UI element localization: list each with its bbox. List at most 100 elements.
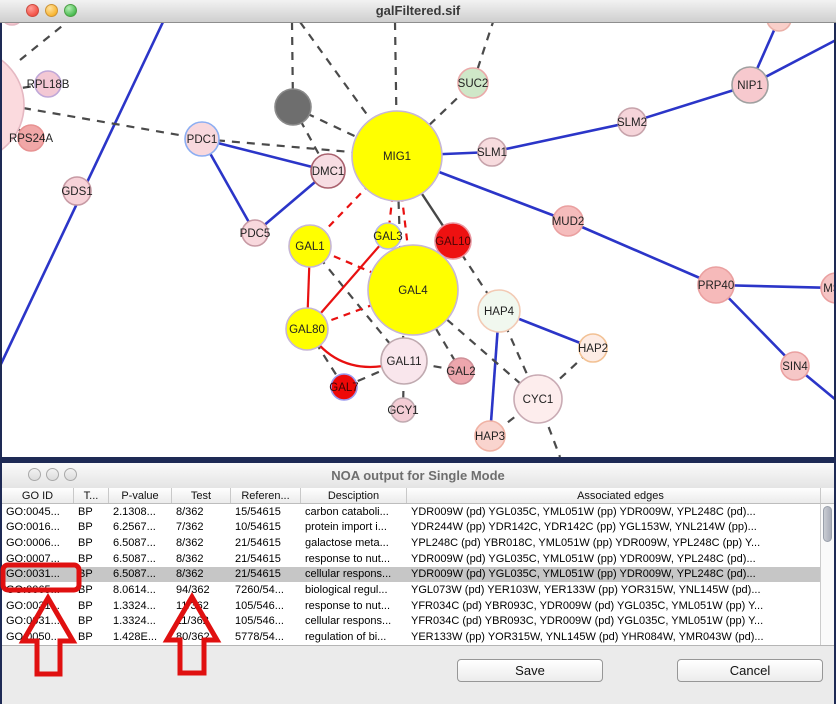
- cell-associated_edges: YDR009W (pd) YGL035C, YML051W (pp) YDR00…: [407, 506, 834, 518]
- cancel-button[interactable]: Cancel: [677, 659, 823, 682]
- edge-blue[interactable]: [568, 221, 716, 285]
- cell-type: BP: [74, 615, 109, 627]
- column-header-test[interactable]: Test: [172, 488, 231, 503]
- cell-p_value: 6.2567...: [109, 521, 172, 533]
- node-label-slm1: SLM1: [477, 147, 507, 159]
- table-row[interactable]: GO:0050...BP1.428E...80/3625778/54...reg…: [2, 629, 834, 645]
- cell-p_value: 6.5087...: [109, 553, 172, 565]
- cell-description: protein import i...: [301, 521, 407, 533]
- cell-associated_edges: YDR009W (pd) YGL035C, YML051W (pp) YDR00…: [407, 568, 834, 580]
- cell-type: BP: [74, 584, 109, 596]
- cell-reference: 15/54615: [231, 506, 301, 518]
- cell-p_value: 8.0614...: [109, 584, 172, 596]
- node-label-rps24a: RPS24A: [9, 133, 53, 145]
- node-gray[interactable]: [275, 89, 311, 125]
- cell-go_id: GO:0031...: [2, 615, 74, 627]
- column-header-p_value[interactable]: P-value: [109, 488, 172, 503]
- cell-description: carbon cataboli...: [301, 506, 407, 518]
- column-header-go_id[interactable]: GO ID: [2, 488, 74, 503]
- node-label-prp40: PRP40: [698, 280, 734, 292]
- node-label-gal2: GAL2: [446, 366, 475, 378]
- node-topr[interactable]: [767, 22, 791, 31]
- cell-type: BP: [74, 537, 109, 549]
- node-label-dmc1: DMC1: [312, 166, 345, 178]
- table-row[interactable]: GO:0031...BP1.3324...11/362105/546...cel…: [2, 614, 834, 630]
- cell-description: cellular respons...: [301, 615, 407, 627]
- node-label-suc2: SUC2: [458, 78, 489, 90]
- node-label-gds1: GDS1: [61, 186, 92, 198]
- node-label-gal1: GAL1: [295, 241, 324, 253]
- cell-go_id: GO:0006...: [2, 537, 74, 549]
- noa-window-titlebar[interactable]: NOA output for Single Mode: [2, 463, 834, 489]
- noa-output-window[interactable]: NOA output for Single Mode GO IDT...P-va…: [2, 463, 834, 704]
- cell-go_id: GO:0065...: [2, 584, 74, 596]
- cell-p_value: 1.428E...: [109, 631, 172, 643]
- cell-go_id: GO:0031...: [2, 568, 74, 580]
- column-header-associated_edges[interactable]: Associated edges: [407, 488, 834, 503]
- cell-reference: 105/546...: [231, 600, 301, 612]
- table-row[interactable]: GO:0007...BP6.5087...8/36221/54615respon…: [2, 551, 834, 567]
- network-canvas[interactable]: RPL18BRPS24AGDS1PDC1PDC5MIG1DMC1SUC2SLM1…: [2, 22, 834, 457]
- cell-reference: 7260/54...: [231, 584, 301, 596]
- node-label-gal4: GAL4: [398, 285, 428, 297]
- zoom-button-inactive[interactable]: [64, 468, 77, 481]
- cell-test: 7/362: [172, 521, 231, 533]
- node-label-hap2: HAP2: [578, 343, 608, 355]
- minimize-button-inactive[interactable]: [46, 468, 59, 481]
- vertical-scrollbar[interactable]: [820, 504, 834, 645]
- node-label-nip1: NIP1: [737, 80, 763, 92]
- table-row[interactable]: GO:0031...BP1.3324...11/362105/546...res…: [2, 598, 834, 614]
- table-row[interactable]: GO:0031...BP6.5087...8/36221/54615cellul…: [2, 567, 834, 583]
- desktop: { "top_window": { "title": "galFiltered.…: [0, 0, 836, 704]
- cell-associated_edges: YDR244W (pp) YDR142C, YDR142C (pp) YGL15…: [407, 521, 834, 533]
- column-header-description[interactable]: Desciption: [301, 488, 407, 503]
- node-label-gal11: GAL11: [387, 356, 422, 368]
- node-label-mig1: MIG1: [383, 151, 411, 163]
- cell-reference: 21/54615: [231, 537, 301, 549]
- edge-blue[interactable]: [492, 122, 632, 152]
- node-label-hap4: HAP4: [484, 306, 515, 318]
- edge-gray-dash[interactable]: [20, 22, 67, 60]
- cell-p_value: 1.3324...: [109, 615, 172, 627]
- node-label-mud2: MUD2: [552, 216, 585, 228]
- cell-type: BP: [74, 521, 109, 533]
- cell-p_value: 6.5087...: [109, 568, 172, 580]
- table-row[interactable]: GO:0006...BP6.5087...8/36221/54615galact…: [2, 535, 834, 551]
- node-label-rpl18b: RPL18B: [27, 79, 70, 91]
- node-label-gal3: GAL3: [373, 231, 402, 243]
- cell-type: BP: [74, 631, 109, 643]
- cell-type: BP: [74, 568, 109, 580]
- go-results-table: GO IDT...P-valueTestReferen...Desciption…: [2, 488, 834, 646]
- close-button-inactive[interactable]: [28, 468, 41, 481]
- cell-test: 11/362: [172, 600, 231, 612]
- column-header-reference[interactable]: Referen...: [231, 488, 301, 503]
- cell-go_id: GO:0016...: [2, 521, 74, 533]
- column-header-type[interactable]: T...: [74, 488, 109, 503]
- cell-go_id: GO:0050...: [2, 631, 74, 643]
- node-label-slm2: SLM2: [617, 117, 647, 129]
- cell-go_id: GO:0007...: [2, 553, 74, 565]
- node-label-gal7: GAL7: [329, 382, 358, 394]
- node-label-gal10: GAL10: [435, 236, 471, 248]
- cell-associated_edges: YDR009W (pd) YGL035C, YML051W (pp) YDR00…: [407, 553, 834, 565]
- cell-associated_edges: YER133W (pp) YOR315W, YNL145W (pd) YHR08…: [407, 631, 834, 643]
- cell-description: cellular respons...: [301, 568, 407, 580]
- node-label-msn: MSN: [823, 283, 834, 295]
- cell-description: regulation of bi...: [301, 631, 407, 643]
- network-window-titlebar[interactable]: galFiltered.sif: [0, 0, 836, 23]
- save-button[interactable]: Save: [457, 659, 603, 682]
- scrollbar-thumb[interactable]: [823, 506, 832, 542]
- cell-associated_edges: YGL073W (pd) YER103W, YER133W (pp) YOR31…: [407, 584, 834, 596]
- network-window-title: galFiltered.sif: [0, 3, 836, 18]
- table-body: GO:0045...BP2.1308...8/36215/54615carbon…: [2, 504, 834, 646]
- node-label-pdc5: PDC5: [240, 228, 271, 240]
- table-row[interactable]: GO:0016...BP6.2567...7/36210/54615protei…: [2, 520, 834, 536]
- cell-description: response to nut...: [301, 553, 407, 565]
- node-label-gcy1: GCY1: [387, 405, 418, 417]
- table-row[interactable]: GO:0045...BP2.1308...8/36215/54615carbon…: [2, 504, 834, 520]
- table-row[interactable]: GO:0065...BP8.0614...94/3627260/54...bio…: [2, 582, 834, 598]
- cell-test: 8/362: [172, 537, 231, 549]
- table-header-row[interactable]: GO IDT...P-valueTestReferen...Desciption…: [2, 488, 834, 504]
- cell-p_value: 1.3324...: [109, 600, 172, 612]
- cell-associated_edges: YFR034C (pd) YBR093C, YDR009W (pd) YGL03…: [407, 600, 834, 612]
